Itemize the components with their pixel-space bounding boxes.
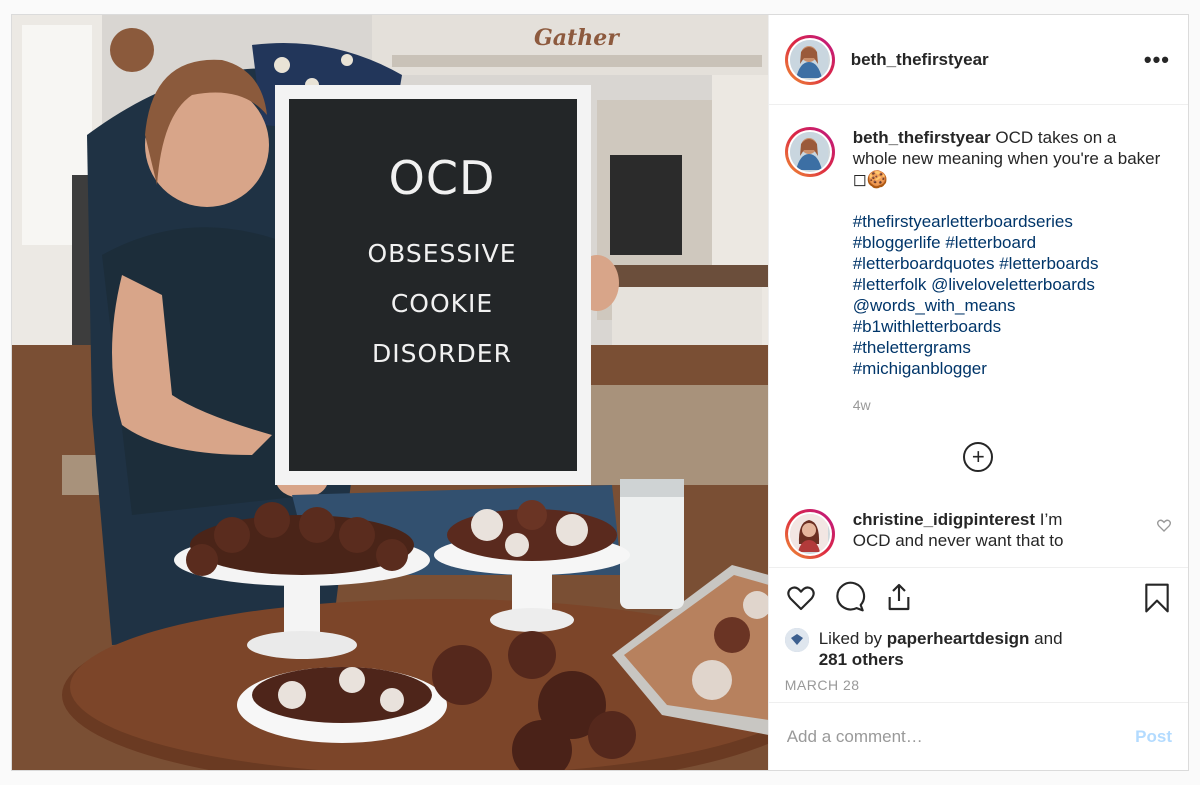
likes-summary: Liked by paperheartdesign and 281 others [784,628,1172,670]
comment-text-line-1: I’m [1039,510,1063,529]
post-header: beth_thefirstyear ••• [768,15,1188,105]
comment-like-heart-icon[interactable] [1156,517,1172,538]
wall-sign-text: Gather [534,25,619,51]
liker-avatar-image [784,628,809,652]
post-sidebar: beth_thefirstyear ••• beth_thefirstyear … [767,15,1188,770]
caption-avatar[interactable] [784,127,835,177]
letterboard-line-2: COOKIE [390,289,494,318]
caption-timestamp[interactable]: 4w [853,395,1163,416]
hashtag-line[interactable]: #thelettergrams [853,337,1163,358]
caption-avatar-image [789,132,828,170]
author-avatar[interactable] [784,34,835,85]
caption: beth_thefirstyear OCD takes on a whole n… [784,127,1172,416]
hashtag-line[interactable]: @words_with_means [853,295,1163,316]
photo-illustration [12,15,768,770]
letterboard-line-1: OBSESSIVE [367,239,517,268]
likes-and: and [1034,629,1063,648]
comment-bubble-icon[interactable] [834,581,866,618]
caption-username-link[interactable]: beth_thefirstyear [853,128,991,147]
more-options-icon[interactable]: ••• [1144,47,1170,73]
others-likes-link[interactable]: 281 others [819,650,904,669]
hashtag-line[interactable]: #thefirstyearletterboardseries [853,211,1163,232]
commenter-avatar-image [789,514,828,552]
add-comment-bar: Post [768,702,1188,770]
hashtag-line[interactable]: #b1withletterboards [853,316,1163,337]
like-heart-icon[interactable] [785,581,817,618]
bookmark-icon[interactable] [1142,582,1172,619]
post-actions: Liked by paperheartdesign and 281 others… [768,567,1188,702]
liker-avatar[interactable] [784,628,809,652]
author-username-link[interactable]: beth_thefirstyear [851,50,989,70]
hashtag-line[interactable]: #bloggerlife #letterboard [853,232,1163,253]
caption-hashtags: #thefirstyearletterboardseries #bloggerl… [853,211,1163,379]
post-comment-button[interactable]: Post [1135,727,1172,747]
add-comment-input[interactable] [786,726,1136,747]
load-more-comments-button[interactable]: + [963,442,994,472]
post-frame: Gather OCD OBSESSIVE COOKIE DISORDER bet… [11,14,1189,771]
commenter-username-link[interactable]: christine_idigpinterest [853,510,1035,529]
commenter-avatar[interactable] [784,509,835,559]
hashtag-line[interactable]: #letterboardquotes #letterboards [853,253,1163,274]
letterboard-line-3: DISORDER [372,339,512,368]
post-photo[interactable]: Gather OCD OBSESSIVE COOKIE DISORDER [12,15,768,770]
hashtag-line[interactable]: #michiganblogger [853,358,1163,379]
action-icons [785,581,1172,618]
hashtag-line[interactable]: #letterfolk @liveloveletterboards [853,274,1163,295]
post-date[interactable]: MARCH 28 [785,677,1172,693]
comment-body: christine_idigpinterest I’m OCD and neve… [853,509,1123,559]
letterboard-title: OCD [388,151,496,205]
share-icon[interactable] [883,581,915,618]
likes-text: Liked by paperheartdesign and 281 others [819,628,1063,670]
comments-list[interactable]: beth_thefirstyear OCD takes on a whole n… [769,105,1188,567]
liker-username-link[interactable]: paperheartdesign [887,629,1030,648]
load-more-comments: + [785,442,1172,472]
likes-prefix: Liked by [818,629,883,648]
comment-text-line-2: OCD and never want that to [852,531,1064,550]
comment-item: christine_idigpinterest I’m OCD and neve… [784,509,1172,559]
author-avatar-image [789,39,828,78]
caption-body: beth_thefirstyear OCD takes on a whole n… [853,127,1163,416]
